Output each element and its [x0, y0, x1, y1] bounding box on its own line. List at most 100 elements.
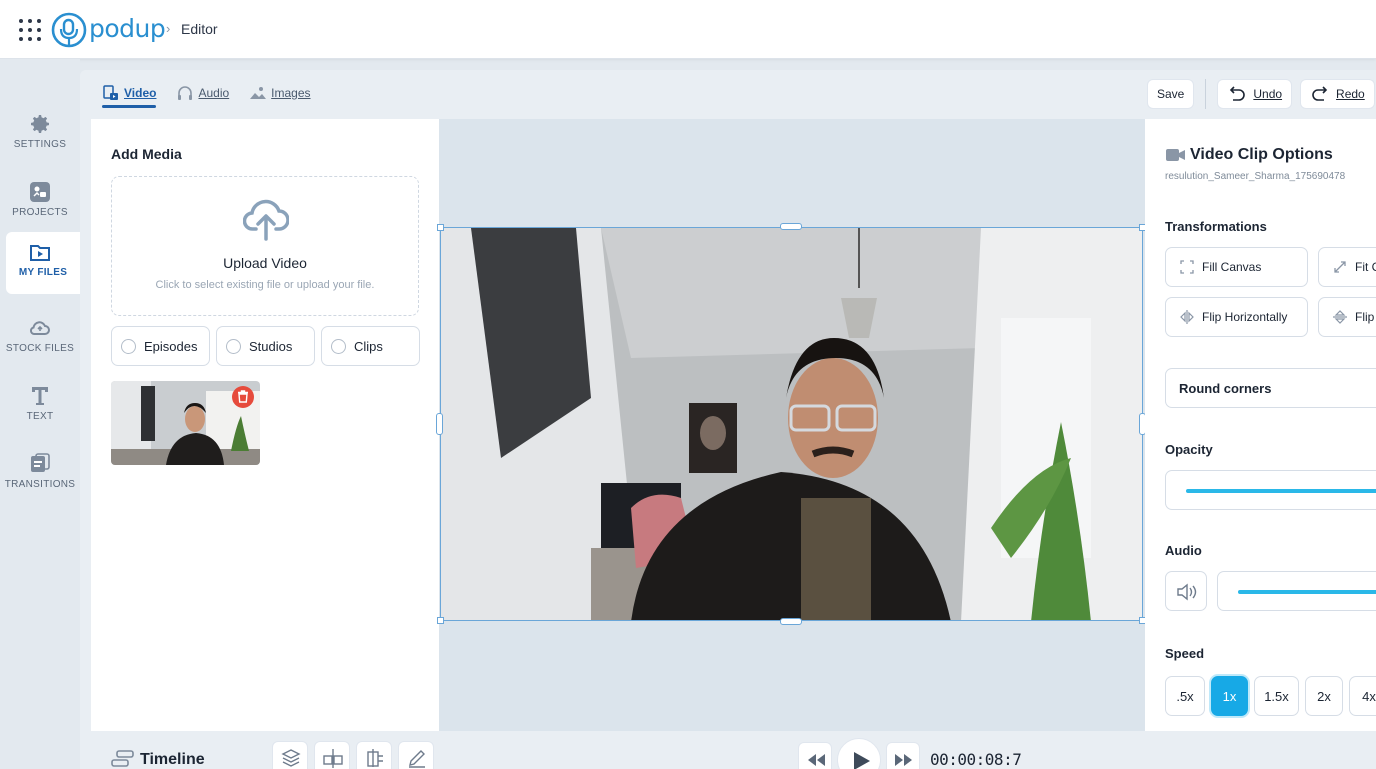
sidebar-label: SETTINGS [13, 139, 67, 150]
fill-canvas-icon [1180, 260, 1194, 274]
video-clip-frame[interactable] [440, 227, 1143, 621]
speed-2x-button[interactable]: 2x [1305, 676, 1343, 716]
split-clip-button[interactable] [314, 741, 350, 769]
headphones-icon [178, 86, 193, 100]
clip-filename: resulution_Sameer_Sharma_175690478 [1165, 171, 1346, 182]
resize-handle-bottom-left[interactable] [437, 617, 444, 624]
video-thumbnail[interactable] [111, 381, 260, 465]
my-files-icon [30, 245, 50, 261]
rewind-icon [808, 754, 825, 766]
filter-label: Clips [354, 338, 383, 354]
speed-label: 1.5x [1264, 688, 1289, 704]
tab-video[interactable]: Video [102, 82, 157, 108]
sidebar-label: STOCK FILES [5, 343, 75, 354]
speed-4x-button[interactable]: 4x [1349, 676, 1376, 716]
tab-label: Audio [198, 86, 230, 100]
filter-studios[interactable]: Studios [216, 326, 315, 366]
mute-button[interactable] [1165, 571, 1207, 611]
fill-canvas-button[interactable]: Fill Canvas [1165, 247, 1308, 287]
speaker-icon [1177, 583, 1197, 601]
video-frame-image [441, 228, 1142, 620]
flip-vertically-button[interactable]: Flip [1318, 297, 1376, 337]
apps-grid-icon[interactable] [19, 19, 41, 41]
tab-audio[interactable]: Audio [176, 82, 229, 104]
breadcrumb-separator: › [166, 21, 171, 36]
editor-toolbar: Save Undo Redo [1147, 79, 1375, 109]
flip-horizontally-button[interactable]: Flip Horizontally [1165, 297, 1308, 337]
image-icon [250, 87, 267, 99]
radio-circle [331, 338, 346, 354]
tab-label: Video [124, 86, 157, 100]
timeline-icon [111, 750, 134, 767]
speed-1x-button[interactable]: 1x [1211, 676, 1248, 716]
add-media-panel: Add Media Upload Video Click to select e… [91, 119, 439, 731]
fit-canvas-button[interactable]: Fit C [1318, 247, 1376, 287]
resize-handle-bottom[interactable] [780, 618, 802, 625]
gear-icon [31, 115, 49, 133]
fill-canvas-label: Fill Canvas [1202, 260, 1262, 274]
sidebar-label: TRANSITIONS [4, 479, 76, 490]
opacity-slider-box [1165, 470, 1376, 510]
volume-slider[interactable] [1238, 590, 1376, 594]
filter-clips[interactable]: Clips [321, 326, 420, 366]
save-button[interactable]: Save [1147, 79, 1195, 109]
playback-time: 00:00:08:7 [930, 750, 1022, 769]
speed-0-5x-button[interactable]: .5x [1165, 676, 1205, 716]
fit-canvas-label: Fit C [1355, 260, 1376, 274]
layers-button[interactable] [272, 741, 308, 769]
redo-button[interactable]: Redo [1300, 79, 1375, 109]
media-source-filters: Episodes Studios Clips [111, 326, 420, 366]
undo-button[interactable]: Undo [1217, 79, 1293, 109]
flip-horizontally-label: Flip Horizontally [1202, 310, 1288, 324]
edit-clip-button[interactable] [398, 741, 434, 769]
upload-video-dropzone[interactable]: Upload Video Click to select existing fi… [111, 176, 419, 316]
undo-icon [1230, 86, 1246, 101]
timeline-title: Timeline [140, 751, 205, 768]
sidebar-label: TEXT [26, 411, 54, 422]
opacity-label: Opacity [1165, 442, 1213, 457]
sidebar-item-settings[interactable]: SETTINGS [0, 104, 80, 166]
round-corners-toggle[interactable]: Round corners [1165, 368, 1376, 408]
resize-handle-top-left[interactable] [437, 224, 444, 231]
play-icon [854, 752, 870, 769]
sidebar-item-stock-files[interactable]: STOCK FILES [0, 308, 80, 370]
redo-label: Redo [1336, 87, 1365, 101]
fast-forward-button[interactable] [886, 742, 920, 769]
flip-vertically-label: Flip [1355, 310, 1375, 324]
speed-1-5x-button[interactable]: 1.5x [1254, 676, 1299, 716]
sidebar-label: PROJECTS [12, 207, 68, 218]
delete-thumbnail-button[interactable] [232, 386, 254, 408]
filter-label: Episodes [144, 338, 198, 354]
filter-episodes[interactable]: Episodes [111, 326, 210, 366]
sidebar-item-transitions[interactable]: TRANSITIONS [0, 444, 80, 506]
projects-icon [30, 182, 50, 202]
undo-label: Undo [1253, 87, 1283, 101]
upload-video-hint: Click to select existing file or upload … [155, 279, 375, 291]
video-icon [103, 85, 118, 100]
opacity-slider[interactable] [1186, 489, 1376, 493]
upload-video-title: Upload Video [223, 255, 307, 271]
brand-logo[interactable]: podup [51, 12, 166, 48]
rewind-button[interactable] [798, 742, 832, 769]
left-sidebar: SETTINGS PROJECTS MY FILES STOCK FILES T… [0, 59, 80, 769]
options-title: Video Clip Options [1190, 146, 1333, 163]
cloud-icon [29, 321, 50, 335]
sidebar-item-projects[interactable]: PROJECTS [0, 172, 80, 234]
pencil-icon [409, 750, 425, 768]
trim-clip-button[interactable] [356, 741, 392, 769]
speed-label: 4x [1362, 688, 1376, 704]
tab-images[interactable]: Images [249, 82, 311, 104]
speed-label: 1x [1222, 688, 1237, 704]
fit-canvas-icon [1334, 261, 1346, 273]
transitions-icon [31, 453, 50, 472]
resize-handle-top[interactable] [780, 223, 802, 230]
trim-icon [367, 749, 383, 767]
resize-handle-left[interactable] [436, 413, 443, 435]
sidebar-item-my-files[interactable]: MY FILES [6, 232, 80, 294]
sidebar-item-text[interactable]: TEXT [0, 376, 80, 438]
transformations-label: Transformations [1165, 219, 1267, 234]
volume-slider-box [1217, 571, 1376, 611]
flip-vertical-icon [1333, 310, 1347, 324]
speed-label: .5x [1176, 688, 1194, 704]
fast-forward-icon [895, 754, 912, 766]
